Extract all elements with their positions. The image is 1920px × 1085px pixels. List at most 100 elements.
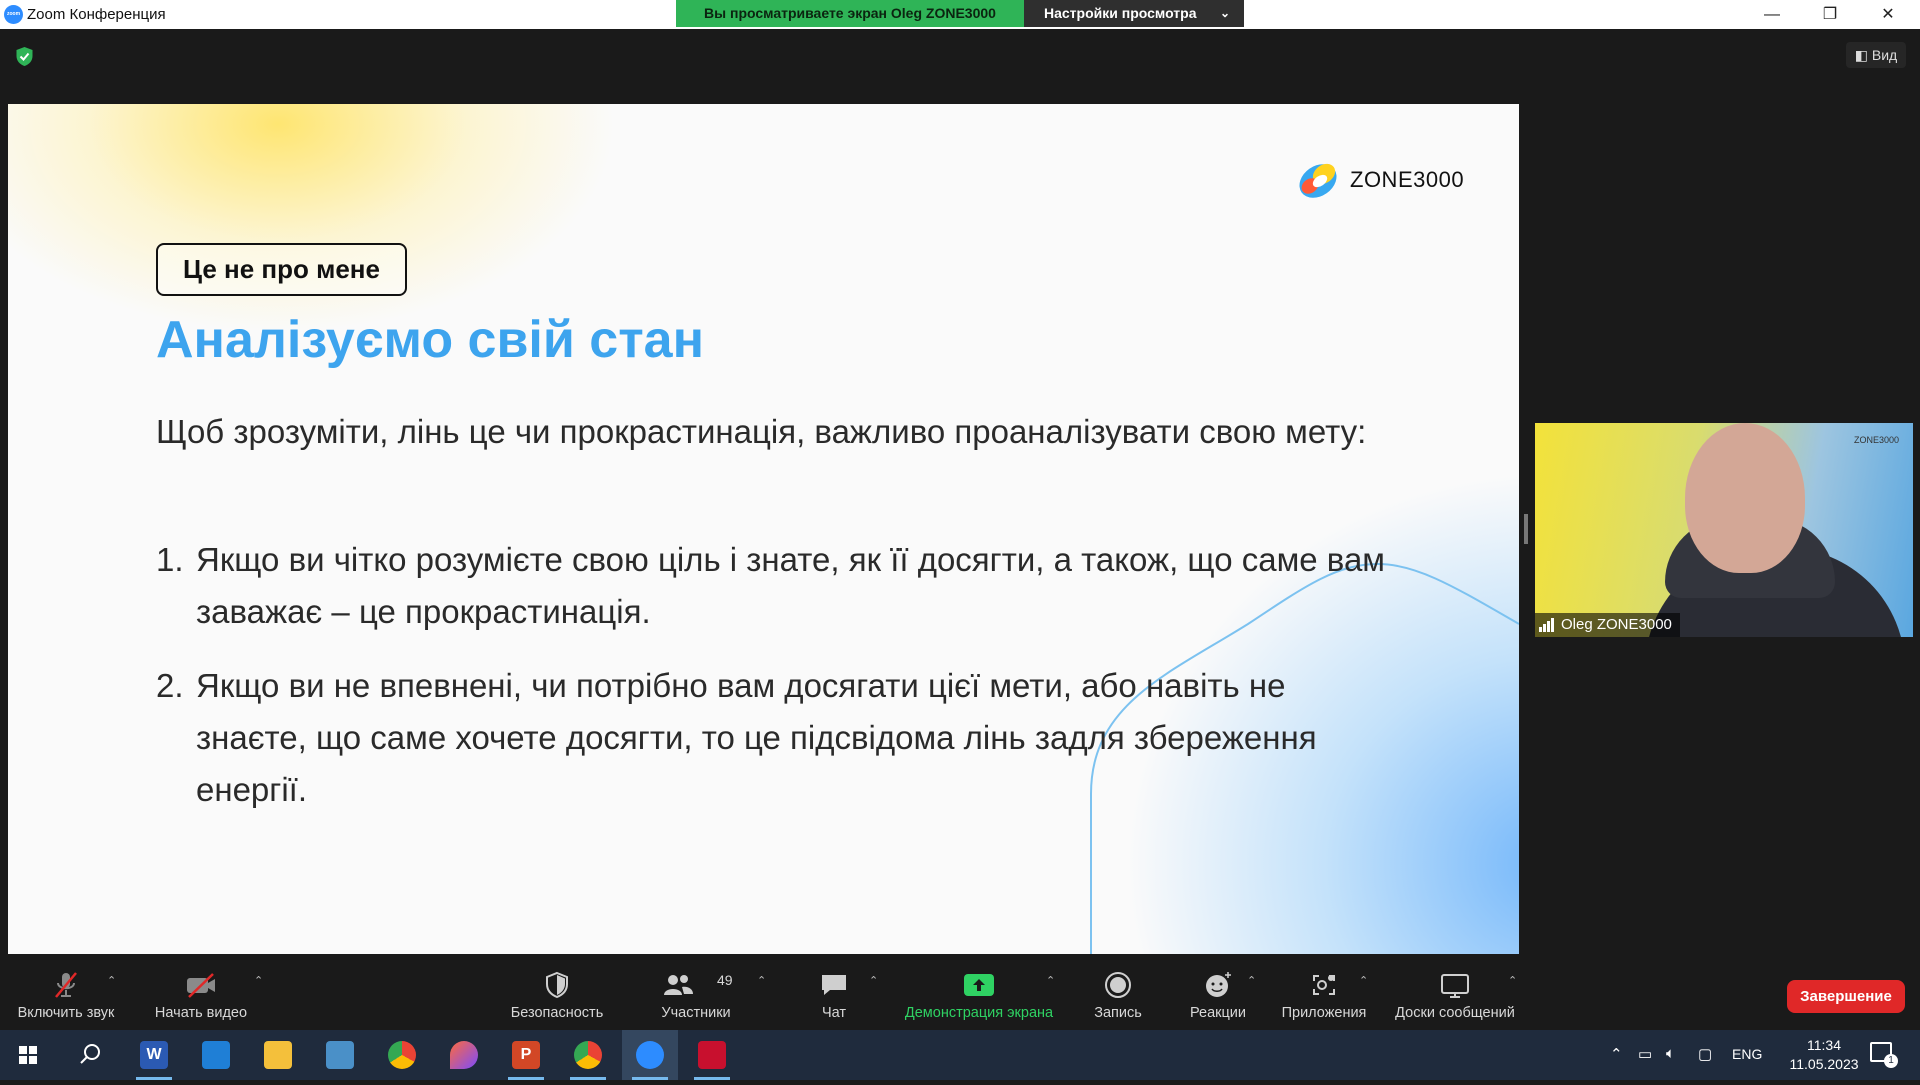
chevron-down-icon: ⌄ xyxy=(1219,6,1230,20)
drop-app-icon xyxy=(450,1041,478,1069)
apps-label: Приложения xyxy=(1281,1005,1367,1021)
zoom-app-icon: zoom xyxy=(4,5,23,24)
view-settings-dropdown[interactable]: Настройки просмотра ⌄ xyxy=(1024,0,1244,27)
video-off-icon xyxy=(187,973,215,998)
view-label: Вид xyxy=(1871,47,1898,63)
share-screen-label: Демонстрация экрана xyxy=(904,1005,1054,1021)
unmute-button[interactable]: Включить звук xyxy=(8,954,124,1030)
slide-heading: Аналізуємо свій стан xyxy=(156,311,705,369)
start-button[interactable] xyxy=(0,1030,56,1080)
network-icon[interactable]: ▢ xyxy=(1698,1045,1712,1063)
taskbar-mail[interactable] xyxy=(188,1030,244,1080)
participants-button[interactable]: 49 Участники xyxy=(652,954,740,1030)
share-options-caret[interactable]: ⌃ xyxy=(1046,974,1055,987)
slide-tag: Це не про мене xyxy=(156,243,407,296)
zoom-icon xyxy=(636,1041,664,1069)
volume-icon[interactable]: 🔈︎ xyxy=(1666,1045,1675,1062)
screen-share-banner: Вы просматриваете экран Oleg ZONE3000 На… xyxy=(676,0,1244,27)
share-screen-icon xyxy=(964,974,994,996)
muted-mic-icon xyxy=(55,972,77,998)
end-meeting-button[interactable]: Завершение xyxy=(1787,980,1905,1013)
record-label: Запись xyxy=(1094,1005,1142,1021)
control-panel-icon xyxy=(326,1041,354,1069)
notification-count: 1 xyxy=(1884,1054,1898,1068)
reactions-options-caret[interactable]: ⌃ xyxy=(1247,974,1256,987)
shared-screen-slide: ZONE3000 Це не про мене Аналізуємо свій … xyxy=(8,104,1519,954)
view-button[interactable]: ◧ Вид xyxy=(1846,42,1906,68)
security-label: Безопасность xyxy=(510,1005,604,1021)
list-item-text: Якщо ви не впевнені, чи потрібно вам дос… xyxy=(196,667,1317,808)
participant-count: 49 xyxy=(717,972,733,988)
signal-strength-icon xyxy=(1539,618,1555,632)
acrobat-icon xyxy=(698,1041,726,1069)
taskbar-acrobat[interactable] xyxy=(684,1030,740,1080)
reactions-icon xyxy=(1206,972,1231,997)
meeting-toolbar: Включить звук ⌃ Начать видео ⌃ Безопасно… xyxy=(0,954,1920,1030)
battery-icon[interactable]: ▭ xyxy=(1638,1045,1652,1063)
unmute-label: Включить звук xyxy=(17,1005,115,1021)
video-options-caret[interactable]: ⌃ xyxy=(254,974,263,987)
participant-video-tile[interactable]: ZONE3000 Oleg ZONE3000 xyxy=(1535,423,1913,637)
taskbar-explorer[interactable] xyxy=(250,1030,306,1080)
explorer-icon xyxy=(264,1041,292,1069)
slide-decoration xyxy=(1090,562,1519,954)
start-video-label: Начать видео xyxy=(154,1005,248,1021)
panel-resize-handle[interactable] xyxy=(1524,514,1528,544)
clock-time: 11:34 xyxy=(1807,1037,1841,1053)
close-button[interactable]: ✕ xyxy=(1859,0,1917,29)
chat-options-caret[interactable]: ⌃ xyxy=(869,974,878,987)
participants-label: Участники xyxy=(661,1005,731,1021)
participant-face xyxy=(1685,423,1805,573)
notifications-icon[interactable]: 1 xyxy=(1870,1042,1898,1068)
tray-overflow-icon[interactable]: ⌃ xyxy=(1610,1045,1623,1063)
zone3000-logo: ZONE3000 xyxy=(1296,160,1464,200)
apps-button[interactable]: Приложения xyxy=(1274,954,1374,1030)
powerpoint-icon: P xyxy=(512,1041,540,1069)
reactions-button[interactable]: Реакции xyxy=(1180,954,1256,1030)
brand-name: ZONE3000 xyxy=(1350,167,1465,192)
chat-icon xyxy=(822,975,846,995)
share-screen-button[interactable]: Демонстрация экрана xyxy=(895,954,1063,1030)
taskbar-chrome-profile[interactable] xyxy=(560,1030,616,1080)
minimize-button[interactable]: — xyxy=(1743,0,1801,29)
search-icon xyxy=(80,1044,100,1064)
participant-name-label: Oleg ZONE3000 xyxy=(1535,613,1680,637)
participants-options-caret[interactable]: ⌃ xyxy=(757,974,766,987)
whiteboards-button[interactable]: Доски сообщений xyxy=(1386,954,1524,1030)
audio-options-caret[interactable]: ⌃ xyxy=(107,974,116,987)
slide-intro: Щоб зрозуміти, лінь це чи прокрастинація… xyxy=(156,413,1367,450)
reactions-label: Реакции xyxy=(1189,1005,1246,1021)
taskbar-word[interactable]: W xyxy=(126,1030,182,1080)
record-button[interactable]: Запись xyxy=(1084,954,1152,1030)
encryption-shield-icon[interactable] xyxy=(15,46,34,67)
record-icon xyxy=(1105,972,1131,998)
language-indicator[interactable]: ENG xyxy=(1732,1046,1762,1062)
window-title: Zoom Конференция xyxy=(27,6,166,23)
start-video-button[interactable]: Начать видео xyxy=(148,954,254,1030)
clock[interactable]: 11:34 11.05.2023 xyxy=(1784,1036,1864,1074)
taskbar-drop-app[interactable] xyxy=(436,1030,492,1080)
apps-icon xyxy=(1313,975,1335,995)
shield-icon xyxy=(546,971,568,999)
taskbar-search-button[interactable] xyxy=(62,1030,118,1080)
restore-button[interactable]: ❐ xyxy=(1801,0,1859,29)
list-item-number: 1. xyxy=(156,541,184,578)
security-button[interactable]: Безопасность xyxy=(500,954,614,1030)
taskbar-chrome[interactable] xyxy=(374,1030,430,1080)
whiteboards-options-caret[interactable]: ⌃ xyxy=(1508,974,1517,987)
zone3000-logo-mark xyxy=(1299,163,1337,198)
list-item-number: 2. xyxy=(156,667,184,704)
list-item-text: Якщо ви чітко розумієте свою ціль і знат… xyxy=(196,541,1385,630)
chrome-icon xyxy=(388,1041,416,1069)
taskbar-powerpoint[interactable]: P xyxy=(498,1030,554,1080)
window-titlebar: zoom Zoom Конференция Вы просматриваете … xyxy=(0,0,1920,29)
taskbar-control-panel[interactable] xyxy=(312,1030,368,1080)
apps-options-caret[interactable]: ⌃ xyxy=(1359,974,1368,987)
whiteboard-icon xyxy=(1441,974,1469,998)
taskbar-zoom[interactable] xyxy=(622,1030,678,1080)
viewing-screen-label: Вы просматриваете экран Oleg ZONE3000 xyxy=(676,0,1024,27)
chat-label: Чат xyxy=(821,1005,847,1021)
whiteboards-label: Доски сообщений xyxy=(1395,1005,1515,1021)
chat-button[interactable]: Чат xyxy=(800,954,868,1030)
video-brand-logo: ZONE3000 xyxy=(1853,435,1899,445)
